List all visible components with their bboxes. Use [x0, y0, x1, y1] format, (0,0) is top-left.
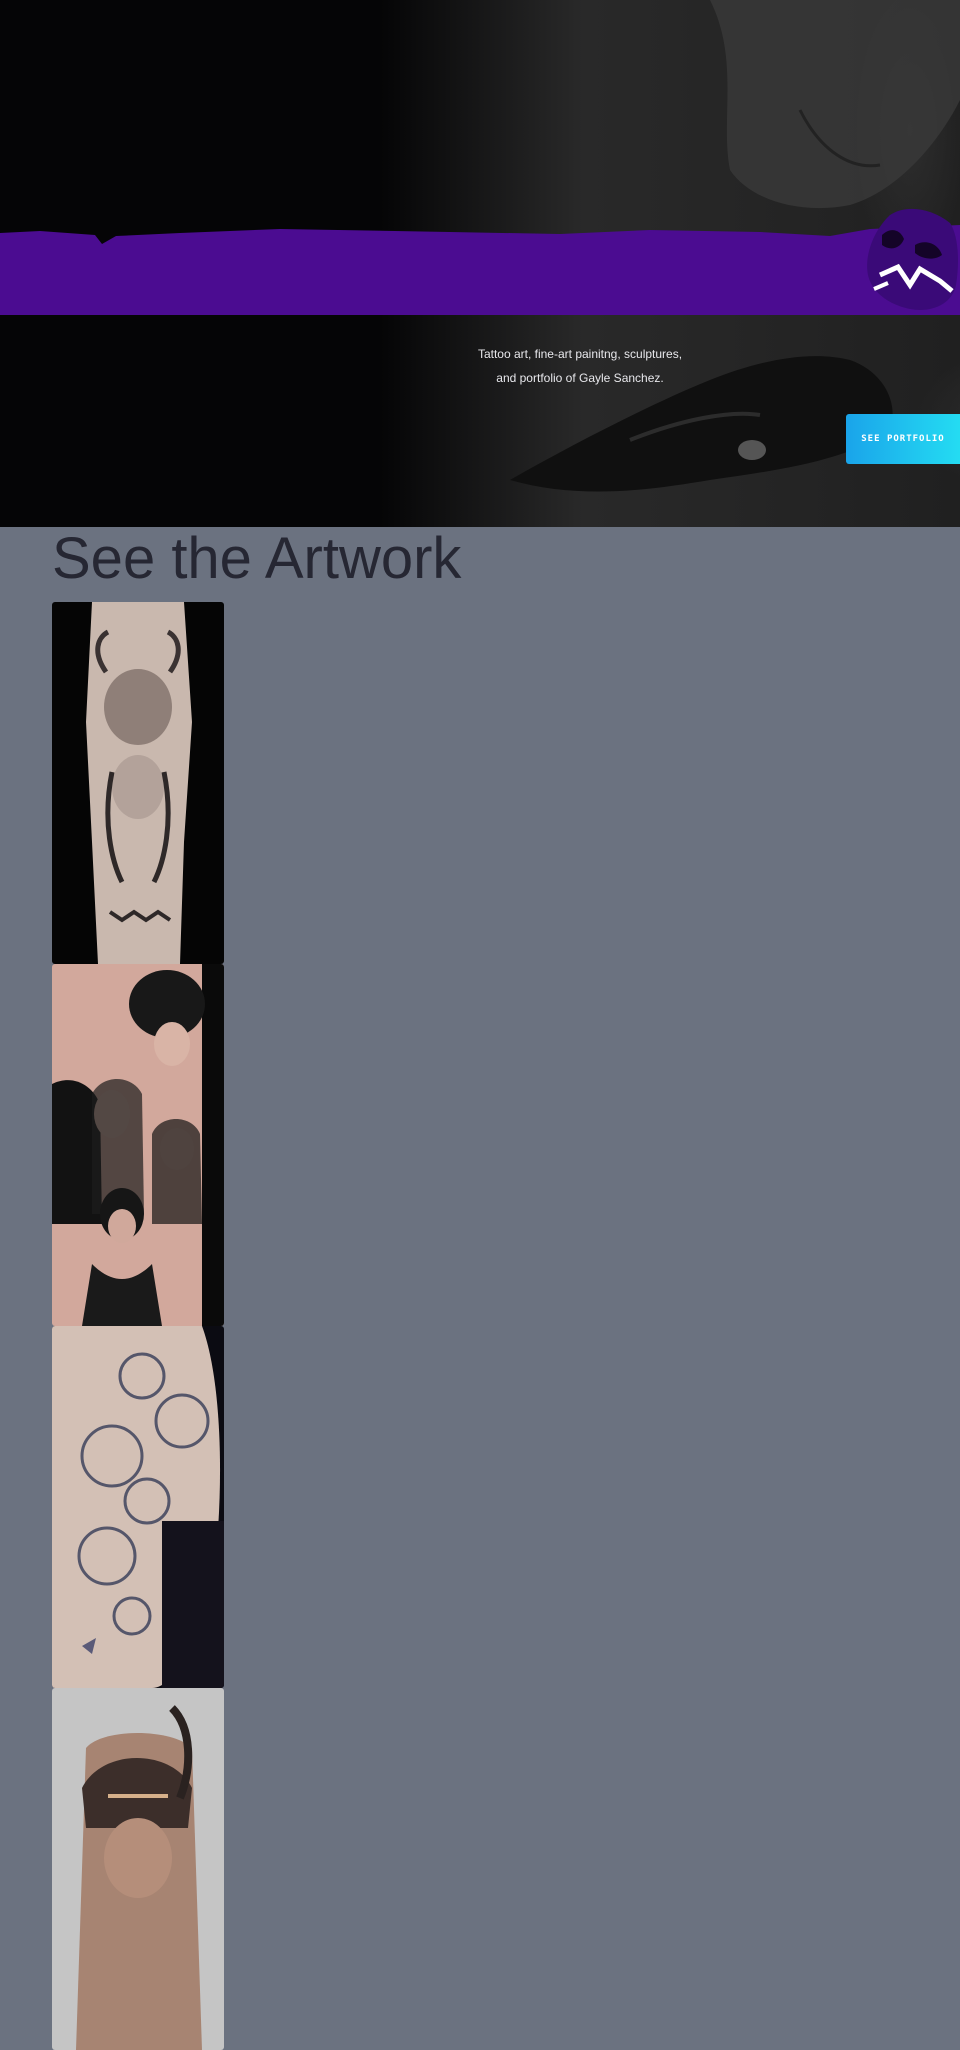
floral-sleeve-tattoo-image	[52, 1326, 224, 1688]
bull-woman-tattoo-image	[52, 602, 224, 964]
artwork-item[interactable]	[52, 964, 224, 1326]
horror-women-tattoo-image	[52, 964, 224, 1326]
artwork-gallery	[52, 602, 224, 2050]
artwork-item[interactable]	[52, 1688, 224, 2050]
see-portfolio-button[interactable]: SEE PORTFOLIO	[846, 414, 960, 464]
artwork-item[interactable]	[52, 1326, 224, 1688]
woman-portrait-tattoo-image	[52, 1688, 224, 2050]
purple-brush-band	[0, 225, 960, 315]
tagline-line-2: and portfolio of Gayle Sanchez.	[496, 371, 664, 385]
tagline-line-1: Tattoo art, fine-art painitng, sculpture…	[477, 347, 683, 361]
section-title: See the Artwork	[52, 526, 462, 591]
artwork-item[interactable]	[52, 602, 224, 964]
tiger-logo-icon	[867, 208, 958, 310]
hero-tagline: Tattoo art, fine-art painitng, sculpture…	[470, 342, 690, 390]
hero-banner: Tattoo art, fine-art painitng, sculpture…	[0, 0, 960, 527]
